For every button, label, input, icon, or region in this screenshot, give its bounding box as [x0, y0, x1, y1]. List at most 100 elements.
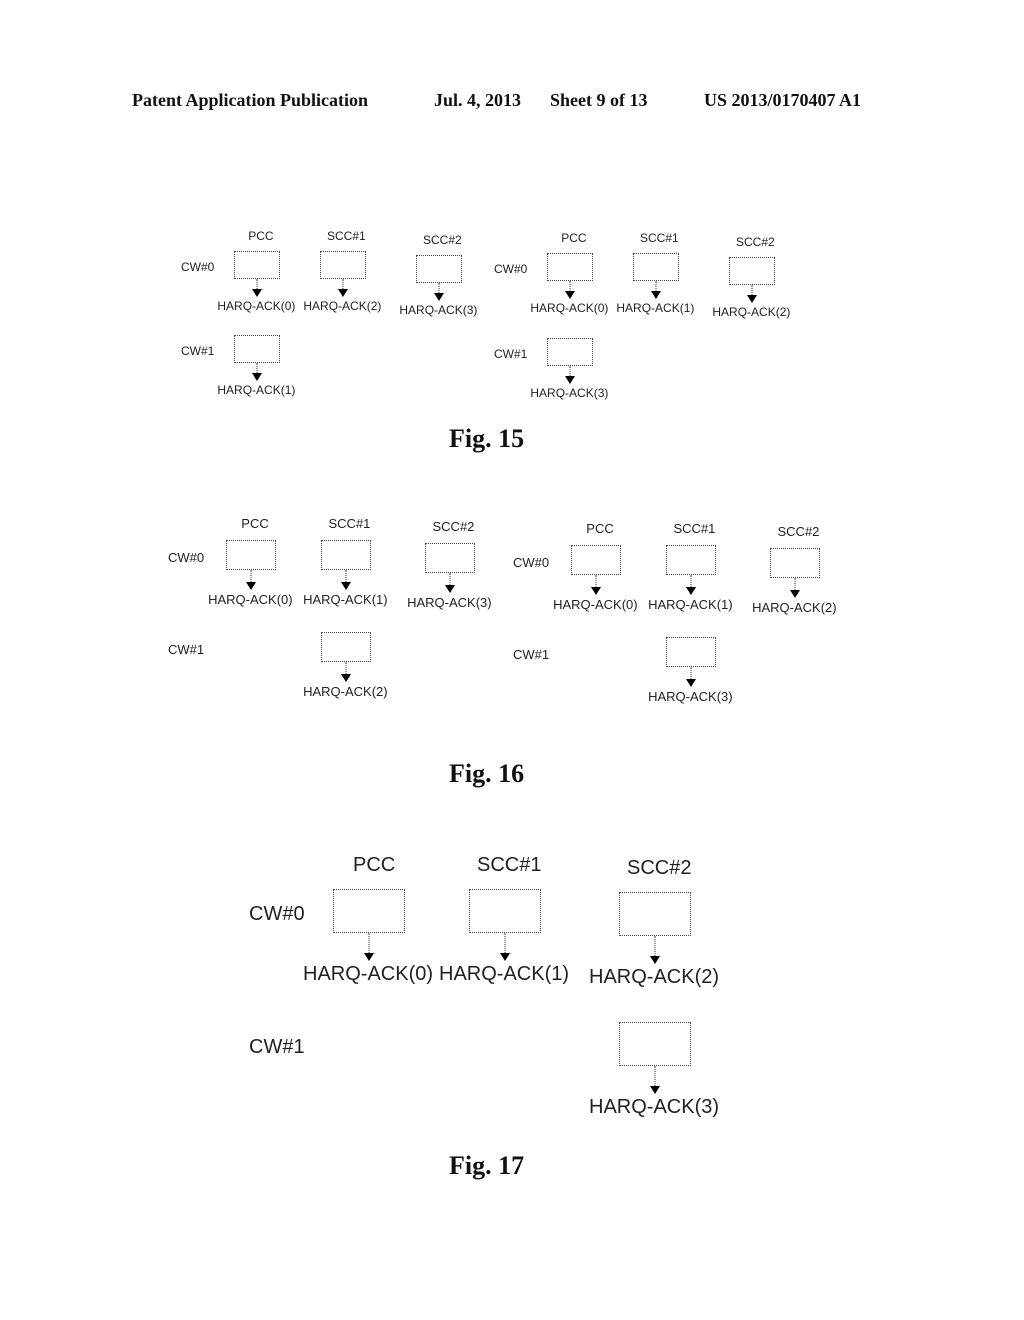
transport-block-box: [234, 335, 280, 363]
arrow-stem: [256, 363, 258, 373]
row-label: CW#0: [181, 260, 215, 274]
column-label: SCC#2: [777, 524, 820, 539]
row-label: CW#1: [249, 1036, 305, 1058]
arrow-stem: [569, 281, 571, 291]
transport-block-box: [547, 338, 593, 366]
down-arrow-icon: [746, 285, 758, 303]
harq-ack-label: HARQ-ACK(2): [303, 684, 388, 699]
harq-ack-label: HARQ-ACK(1): [648, 597, 733, 612]
arrow-head: [246, 582, 256, 590]
column-label: PCC: [586, 521, 614, 536]
harq-ack-label: HARQ-ACK(2): [303, 299, 382, 313]
transport-block-box: [619, 1022, 691, 1066]
arrow-head: [591, 587, 601, 595]
down-arrow-icon: [564, 281, 576, 299]
transport-block-box: [729, 257, 775, 285]
figure-caption-17: Fig. 17: [449, 1151, 525, 1180]
arrow-head: [790, 590, 800, 598]
down-arrow-icon: [649, 936, 661, 964]
arrow-head: [650, 956, 660, 964]
column-label: SCC#2: [627, 857, 692, 879]
transport-block-box: [571, 545, 621, 575]
arrow-head: [686, 679, 696, 687]
column-label: SCC#2: [432, 519, 475, 534]
harq-ack-label: HARQ-ACK(3): [530, 386, 609, 400]
arrow-head: [252, 289, 262, 297]
down-arrow-icon: [499, 933, 511, 961]
row-label: CW#0: [494, 262, 528, 276]
arrow-head: [445, 585, 455, 593]
arrow-head: [338, 289, 348, 297]
harq-ack-label: HARQ-ACK(1): [616, 301, 695, 315]
harq-ack-label: HARQ-ACK(0): [303, 963, 434, 985]
harq-ack-label: HARQ-ACK(0): [530, 301, 609, 315]
row-label: CW#1: [513, 647, 550, 662]
arrow-stem: [368, 933, 370, 953]
column-label: PCC: [561, 231, 587, 245]
column-label: SCC#1: [640, 231, 679, 245]
arrow-stem: [504, 933, 506, 953]
arrow-stem: [449, 573, 451, 585]
down-arrow-icon: [564, 366, 576, 384]
harq-ack-label: HARQ-ACK(3): [399, 303, 478, 317]
down-arrow-icon: [685, 575, 697, 595]
down-arrow-icon: [251, 363, 263, 381]
down-arrow-icon: [340, 662, 352, 682]
arrow-stem: [438, 283, 440, 293]
figure-caption-16: Fig. 16: [449, 759, 525, 788]
transport-block-box: [633, 253, 679, 281]
arrow-stem: [342, 279, 344, 289]
down-arrow-icon: [363, 933, 375, 961]
harq-ack-label: HARQ-ACK(2): [752, 600, 837, 615]
column-label: SCC#1: [477, 854, 542, 876]
column-label: SCC#1: [327, 229, 366, 243]
row-label: CW#1: [168, 642, 205, 657]
transport-block-box: [234, 251, 280, 279]
arrow-head: [565, 291, 575, 299]
transport-block-box: [666, 545, 716, 575]
arrow-stem: [595, 575, 597, 587]
transport-block-box: [226, 540, 276, 570]
arrow-head: [686, 587, 696, 595]
arrow-head: [651, 291, 661, 299]
arrow-head: [341, 674, 351, 682]
patent-number: US 2013/0170407 A1: [704, 90, 862, 110]
arrow-stem: [345, 570, 347, 582]
arrow-head: [364, 953, 374, 961]
arrow-stem: [569, 366, 571, 376]
publication-date: Jul. 4, 2013: [434, 90, 522, 110]
down-arrow-icon: [649, 1066, 661, 1094]
transport-block-box: [666, 637, 716, 667]
transport-block-box: [619, 892, 691, 936]
down-arrow-icon: [433, 283, 445, 301]
harq-ack-label: HARQ-ACK(1): [303, 592, 388, 607]
arrow-stem: [654, 936, 656, 956]
transport-block-box: [333, 889, 405, 933]
row-label: CW#0: [249, 903, 305, 925]
transport-block-box: [321, 632, 371, 662]
row-label: CW#1: [494, 347, 528, 361]
row-label: CW#0: [513, 555, 550, 570]
column-label: PCC: [353, 854, 396, 876]
publication-label: Patent Application Publication: [132, 90, 369, 110]
down-arrow-icon: [444, 573, 456, 593]
figure-caption-15: Fig. 15: [449, 424, 525, 453]
transport-block-box: [320, 251, 366, 279]
row-label: CW#1: [181, 344, 215, 358]
harq-ack-label: HARQ-ACK(0): [553, 597, 638, 612]
arrow-stem: [654, 1066, 656, 1086]
arrow-stem: [690, 575, 692, 587]
arrow-head: [252, 373, 262, 381]
transport-block-box: [416, 255, 462, 283]
harq-ack-label: HARQ-ACK(3): [589, 1096, 720, 1118]
column-label: PCC: [248, 229, 274, 243]
arrow-head: [341, 582, 351, 590]
down-arrow-icon: [251, 279, 263, 297]
transport-block-box: [770, 548, 820, 578]
down-arrow-icon: [337, 279, 349, 297]
down-arrow-icon: [340, 570, 352, 590]
column-label: SCC#2: [423, 233, 462, 247]
arrow-stem: [690, 667, 692, 679]
arrow-head: [565, 376, 575, 384]
harq-ack-label: HARQ-ACK(0): [208, 592, 293, 607]
